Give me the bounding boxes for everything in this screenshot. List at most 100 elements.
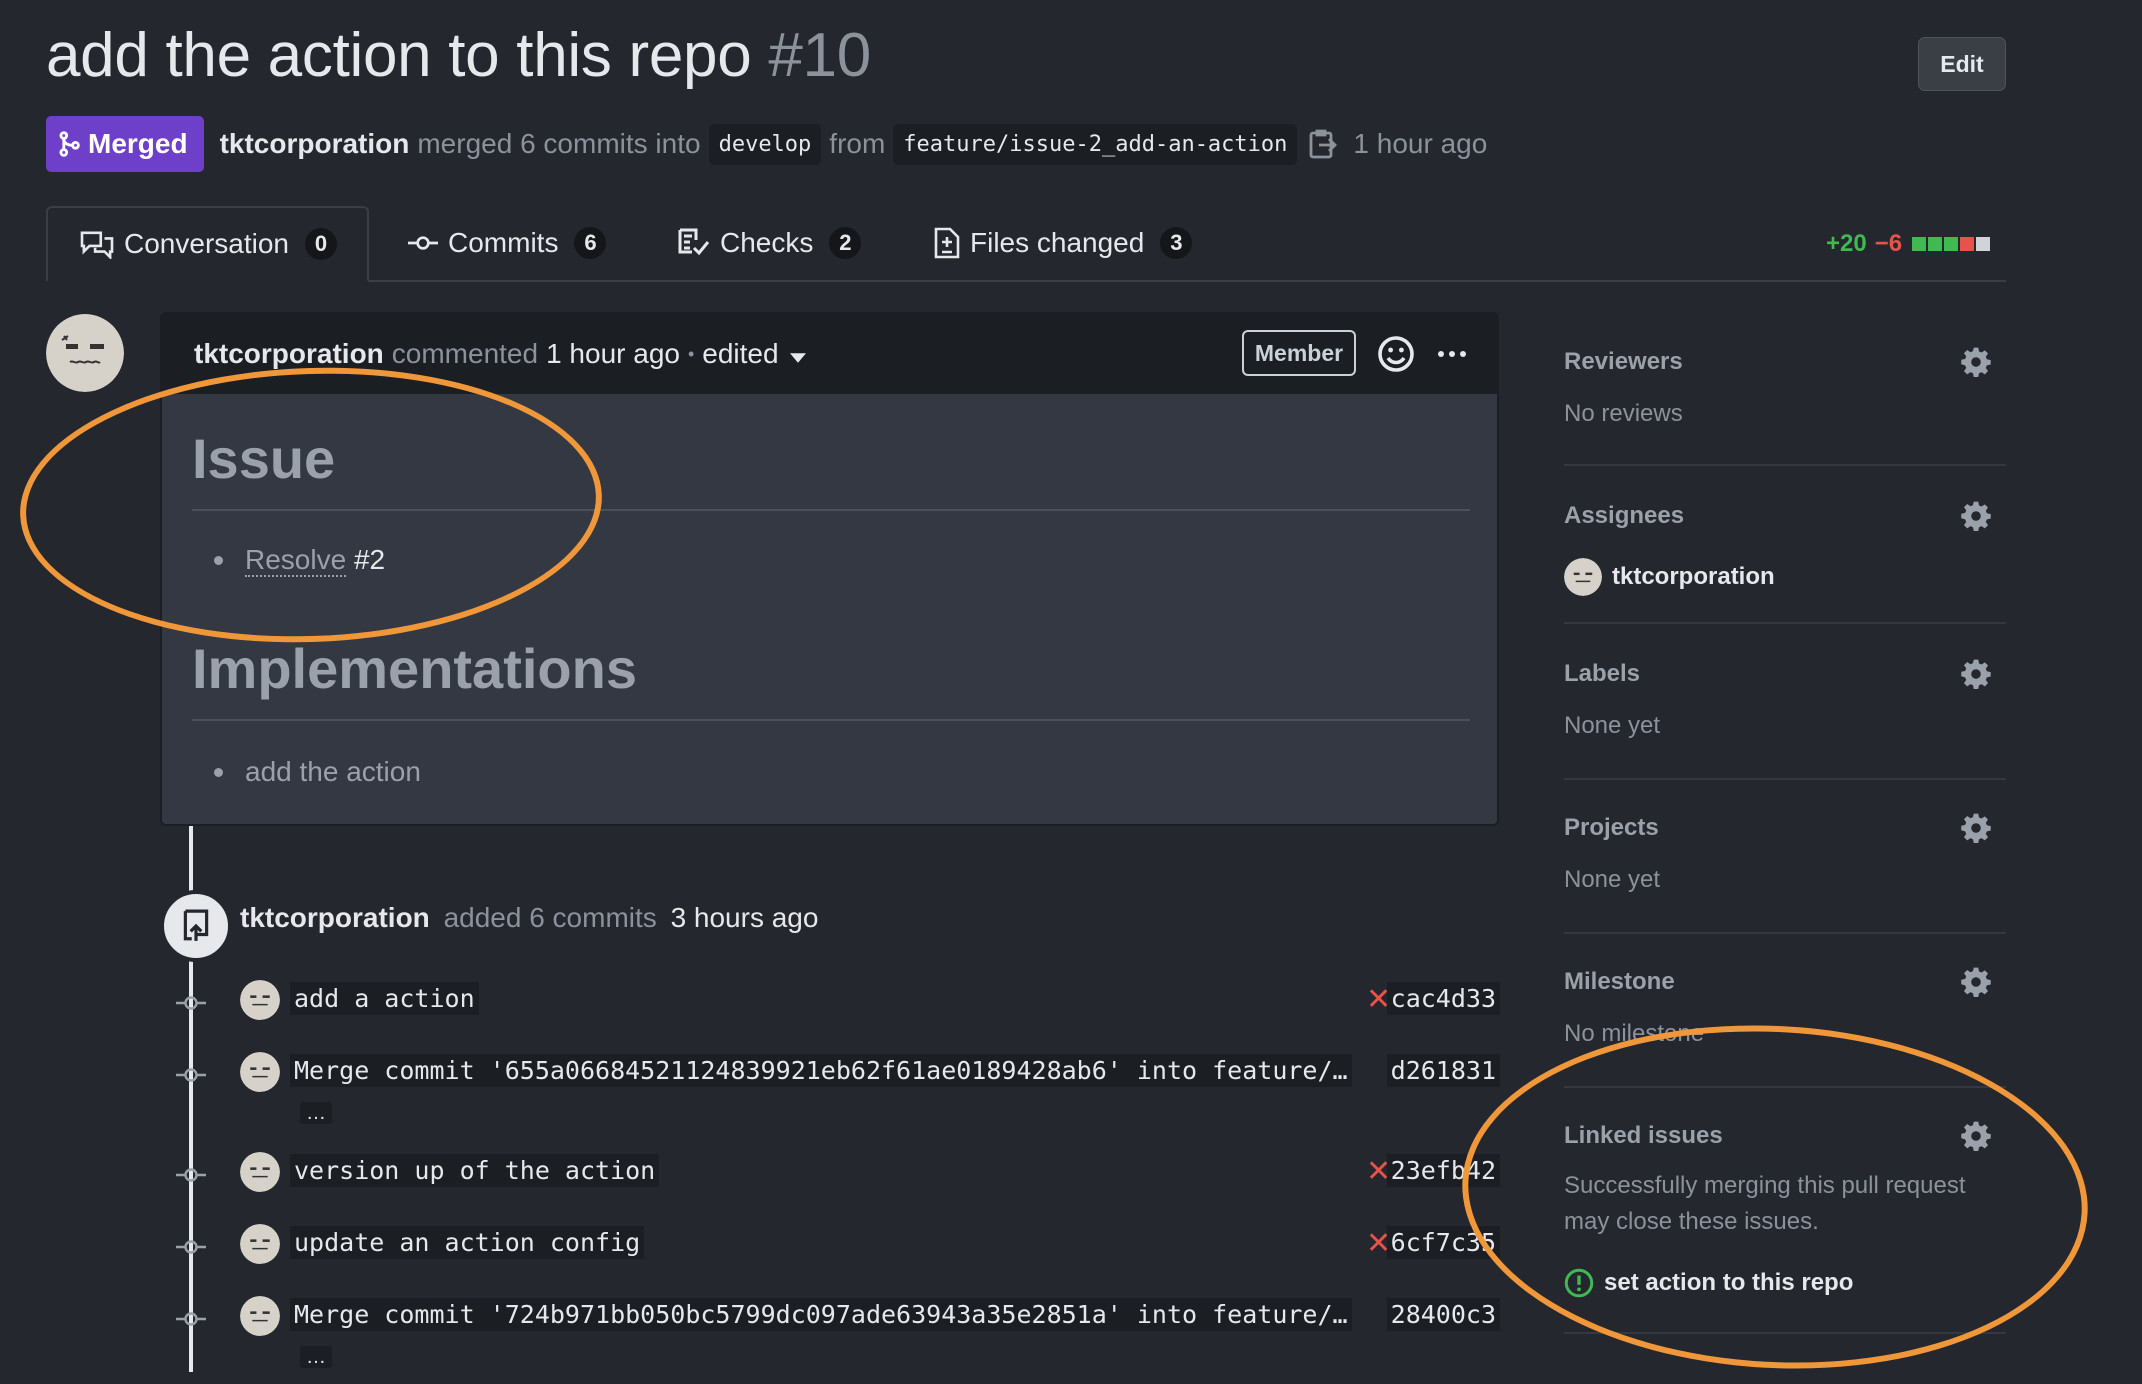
- commit-message-link[interactable]: update an action config: [290, 1226, 645, 1259]
- linked-issues-description: Successfully merging this pull request: [1564, 1172, 1966, 1199]
- file-diff-icon: [934, 227, 960, 259]
- event-text: added 6 commits: [443, 902, 657, 933]
- tab-files-changed[interactable]: Files changed 3: [934, 206, 1193, 280]
- avatar[interactable]: [240, 1052, 280, 1092]
- git-commit-icon: [174, 1158, 208, 1192]
- pr-meta: Merged tktcorporation merged 6 commits i…: [46, 116, 1487, 172]
- comment-heading-issue: Issue: [192, 427, 336, 490]
- commit-message-link[interactable]: version up of the action: [290, 1154, 660, 1187]
- avatar[interactable]: [240, 980, 280, 1020]
- smiley-icon[interactable]: [1376, 334, 1416, 374]
- sidebar-labels: Labels None yet: [1564, 658, 2006, 780]
- copy-icon[interactable]: [1307, 127, 1339, 161]
- tab-label: Conversation: [124, 228, 289, 259]
- diffstat-block-del: [1960, 237, 1975, 251]
- diffstat-block-add: [1944, 237, 1959, 251]
- commit-row: Merge commit '655a06684521124839921eb62f…: [174, 1052, 1500, 1124]
- gear-icon[interactable]: [1960, 658, 1992, 690]
- separator-dot: •: [687, 343, 695, 364]
- sidebar-milestone: Milestone No milestone: [1564, 966, 2006, 1088]
- sidebar-value: None yet: [1564, 866, 1661, 893]
- tab-counter: 3: [1160, 227, 1193, 259]
- merged-text: merged 6 commits into: [417, 128, 701, 159]
- base-branch[interactable]: develop: [708, 123, 822, 165]
- git-commit-icon: [174, 1302, 208, 1336]
- sidebar-heading[interactable]: Projects: [1564, 814, 1659, 842]
- assignee-name: tktcorporation: [1612, 563, 1775, 590]
- commit-message-link[interactable]: Merge commit '724b971bb050bc5799dc097ade…: [290, 1298, 1352, 1331]
- issue-reference-link[interactable]: #2: [354, 544, 385, 575]
- list-item: Resolve #2: [214, 544, 385, 577]
- gear-icon[interactable]: [1960, 346, 1992, 378]
- commit-sha-link[interactable]: d261831: [1386, 1054, 1500, 1087]
- sidebar-assignees: Assignees tktcorporation: [1564, 500, 2006, 624]
- gear-icon[interactable]: [1960, 812, 1992, 844]
- commit-sha-link[interactable]: cac4d33: [1386, 982, 1500, 1015]
- avatar[interactable]: [46, 314, 124, 392]
- tab-checks[interactable]: Checks 2: [678, 206, 862, 280]
- tab-counter: 2: [829, 227, 862, 259]
- sidebar-heading[interactable]: Assignees: [1564, 502, 1684, 530]
- tab-bar: Conversation 0 Commits 6 Checks 2 Files …: [46, 206, 2006, 282]
- commit-sha-link[interactable]: 23efb42: [1386, 1154, 1500, 1187]
- commit-sha-link[interactable]: 6cf7c35: [1386, 1226, 1500, 1259]
- linked-issue-item[interactable]: set action to this repo: [1564, 1268, 1853, 1298]
- avatar: [1564, 558, 1602, 596]
- pr-author-link[interactable]: tktcorporation: [220, 128, 410, 160]
- merged-time: 1 hour ago: [1353, 128, 1488, 159]
- diffstat-block-add: [1912, 237, 1927, 251]
- edited-label: edited: [702, 338, 779, 369]
- tab-label: Files changed: [970, 227, 1145, 258]
- linked-issues-description: may close these issues.: [1564, 1208, 1819, 1235]
- git-commit-icon: [174, 1058, 208, 1092]
- git-commit-icon: [174, 1230, 208, 1264]
- resolve-link[interactable]: Resolve: [245, 544, 347, 577]
- sidebar-heading[interactable]: Linked issues: [1564, 1122, 1723, 1150]
- expand-commit-button[interactable]: …: [300, 1346, 332, 1368]
- gear-icon[interactable]: [1960, 1120, 1992, 1152]
- list-item: add the action: [214, 756, 421, 788]
- edit-button[interactable]: Edit: [1918, 37, 2006, 91]
- commit-message-link[interactable]: Merge commit '655a06684521124839921eb62f…: [290, 1054, 1352, 1087]
- commit-row: version up of the action ✕ 23efb42: [174, 1152, 1500, 1202]
- avatar[interactable]: [240, 1152, 280, 1192]
- sidebar-heading[interactable]: Labels: [1564, 660, 1640, 688]
- kebab-horizontal-icon[interactable]: [1430, 334, 1474, 374]
- diffstat-bar: [1910, 237, 1991, 251]
- merged-label: Merged: [88, 128, 188, 159]
- caret-down-icon: [790, 353, 807, 363]
- heading-divider: [192, 509, 1470, 511]
- heading-divider: [192, 719, 1470, 721]
- event-time[interactable]: 3 hours ago: [671, 902, 819, 933]
- commit-sha-link[interactable]: 28400c3: [1386, 1298, 1500, 1331]
- tab-conversation[interactable]: Conversation 0: [46, 206, 369, 282]
- sidebar-heading[interactable]: Reviewers: [1564, 348, 1683, 376]
- tab-label: Commits: [448, 227, 559, 258]
- event-author[interactable]: tktcorporation: [240, 902, 430, 933]
- diffstat-block-neutral: [1976, 237, 1991, 251]
- diffstat: +20 −6: [1826, 230, 1991, 258]
- avatar[interactable]: [240, 1296, 280, 1336]
- gear-icon[interactable]: [1960, 500, 1992, 532]
- commit-message-link[interactable]: add a action: [290, 982, 479, 1015]
- sidebar-value: No milestone: [1564, 1020, 1705, 1047]
- comment-time[interactable]: 1 hour ago: [546, 338, 680, 370]
- tab-label: Checks: [720, 227, 814, 258]
- deletions-count: −6: [1874, 230, 1903, 257]
- sidebar-value: No reviews: [1564, 400, 1683, 427]
- avatar[interactable]: [240, 1224, 280, 1264]
- commits-event: tktcorporation added 6 commits 3 hours a…: [240, 902, 818, 934]
- assignee-item[interactable]: tktcorporation: [1564, 558, 1775, 596]
- tab-commits[interactable]: Commits 6: [408, 206, 607, 280]
- head-branch[interactable]: feature/issue-2_add-an-action: [893, 123, 1298, 165]
- merged-badge: Merged: [46, 116, 204, 172]
- expand-commit-button[interactable]: …: [300, 1102, 332, 1124]
- comment-heading-implementations: Implementations: [192, 637, 637, 700]
- git-commit-icon: [408, 236, 438, 250]
- comment-author[interactable]: tktcorporation: [194, 338, 384, 370]
- gear-icon[interactable]: [1960, 966, 1992, 998]
- edited-dropdown[interactable]: edited: [702, 338, 807, 370]
- sidebar-heading[interactable]: Milestone: [1564, 968, 1675, 996]
- comment-action: commented: [391, 338, 539, 369]
- repo-push-icon: [160, 890, 232, 962]
